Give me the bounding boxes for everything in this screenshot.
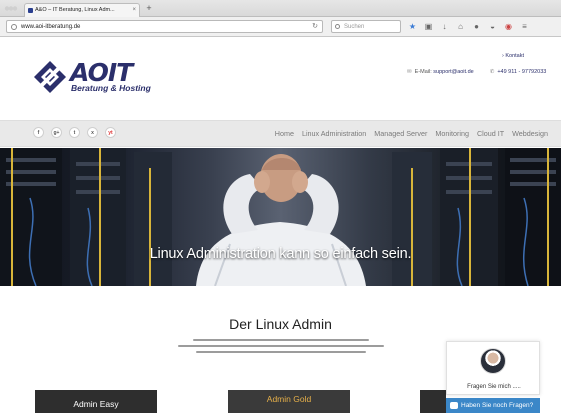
main-menu: Home Linux Administration Managed Server…	[275, 129, 548, 138]
facebook-icon[interactable]: f	[33, 127, 44, 138]
mask-icon[interactable]: ◒	[488, 22, 497, 31]
email-address: support@aoit.de	[433, 69, 474, 75]
phone-icon: ✆	[489, 69, 495, 75]
hamburger-menu-icon[interactable]: ≡	[520, 22, 529, 31]
plan-title: Admin Easy	[73, 399, 119, 409]
chat-open-button[interactable]: Haben Sie noch Fragen?	[446, 398, 540, 413]
clipboard-icon[interactable]: ▣	[424, 22, 433, 31]
server-room-image	[0, 148, 561, 286]
logo-mark-icon	[34, 61, 66, 93]
site-identity-icon[interactable]	[11, 24, 17, 30]
chat-widget[interactable]: Fragen Sie mich .....	[446, 341, 540, 395]
search-icon	[335, 24, 340, 29]
chat-icon[interactable]: ●	[472, 22, 481, 31]
youtube-icon[interactable]: yt	[105, 127, 116, 138]
nav-item-webdesign[interactable]: Webdesign	[512, 129, 548, 138]
hero-banner: Linux Administration kann so einfach sei…	[0, 148, 561, 286]
logo-tagline: Beratung & Hosting	[71, 83, 151, 93]
social-links: f g+ t x yt	[33, 127, 116, 138]
nav-item-linux-administration[interactable]: Linux Administration	[302, 129, 366, 138]
site-favicon-icon	[28, 8, 33, 13]
tab-title: A&O – IT Beratung, Linux Adm...	[35, 7, 115, 13]
section-title: Der Linux Admin	[229, 316, 332, 332]
browser-toolbar: www.aoi-itberatung.de ↻ Suchen ★ ▣ ↓ ⌂ ●…	[0, 17, 561, 37]
star-icon[interactable]: ★	[408, 22, 417, 31]
chat-prompt: Fragen Sie mich .....	[467, 384, 521, 390]
site-logo[interactable]: AOIT Beratung & Hosting	[33, 58, 151, 98]
chat-button-label: Haben Sie noch Fragen?	[461, 402, 534, 409]
email-contact[interactable]: ✉ E-Mail: support@aoit.de	[407, 69, 474, 75]
phone-number: +49 911 - 97792033	[497, 69, 547, 75]
browser-tab-strip: A&O – IT Beratung, Linux Adm... × +	[0, 0, 561, 17]
download-icon[interactable]: ↓	[440, 22, 449, 31]
nav-item-monitoring[interactable]: Monitoring	[435, 129, 469, 138]
url-text: www.aoi-itberatung.de	[21, 24, 81, 30]
window-controls-icon[interactable]	[4, 3, 18, 14]
twitter-icon[interactable]: t	[69, 127, 80, 138]
hero-headline: Linux Administration kann so einfach sei…	[149, 246, 412, 262]
google-plus-icon[interactable]: g+	[51, 127, 62, 138]
reload-icon[interactable]: ↻	[312, 21, 318, 33]
phone-contact[interactable]: ✆ +49 911 - 97792033	[490, 69, 547, 75]
plan-card-admin-gold[interactable]: Admin Gold	[228, 390, 350, 413]
nav-item-managed-server[interactable]: Managed Server	[374, 129, 427, 138]
intro-paragraph	[175, 339, 386, 357]
search-input[interactable]: Suchen	[331, 20, 401, 33]
new-tab-button[interactable]: +	[144, 3, 154, 15]
contact-info: ✉ E-Mail: support@aoit.de ✆ +49 911 - 9779…	[407, 69, 546, 75]
tab-close-icon[interactable]: ×	[132, 4, 136, 17]
xing-icon[interactable]: x	[87, 127, 98, 138]
envelope-icon: ✉	[407, 69, 412, 75]
url-bar[interactable]: www.aoi-itberatung.de ↻	[6, 20, 323, 33]
extension-icon[interactable]: ◉	[504, 22, 513, 31]
chat-bubble-icon	[450, 402, 458, 409]
kontakt-link[interactable]: › Kontakt	[502, 53, 524, 59]
plan-card-admin-easy[interactable]: Admin Easy	[35, 390, 157, 413]
avatar	[480, 348, 506, 374]
search-placeholder: Suchen	[344, 24, 365, 30]
nav-item-home[interactable]: Home	[275, 129, 294, 138]
email-label: E-Mail:	[414, 69, 432, 75]
home-icon[interactable]: ⌂	[456, 22, 465, 31]
plan-card-third[interactable]	[420, 390, 446, 413]
plan-title: Admin Gold	[266, 394, 312, 404]
nav-item-cloud-it[interactable]: Cloud IT	[477, 129, 504, 138]
browser-tab[interactable]: A&O – IT Beratung, Linux Adm... ×	[24, 3, 140, 17]
site-navigation: f g+ t x yt Home Linux Administration Ma…	[0, 120, 561, 147]
toolbar-icons: ★ ▣ ↓ ⌂ ● ◒ ◉ ≡	[408, 22, 529, 32]
